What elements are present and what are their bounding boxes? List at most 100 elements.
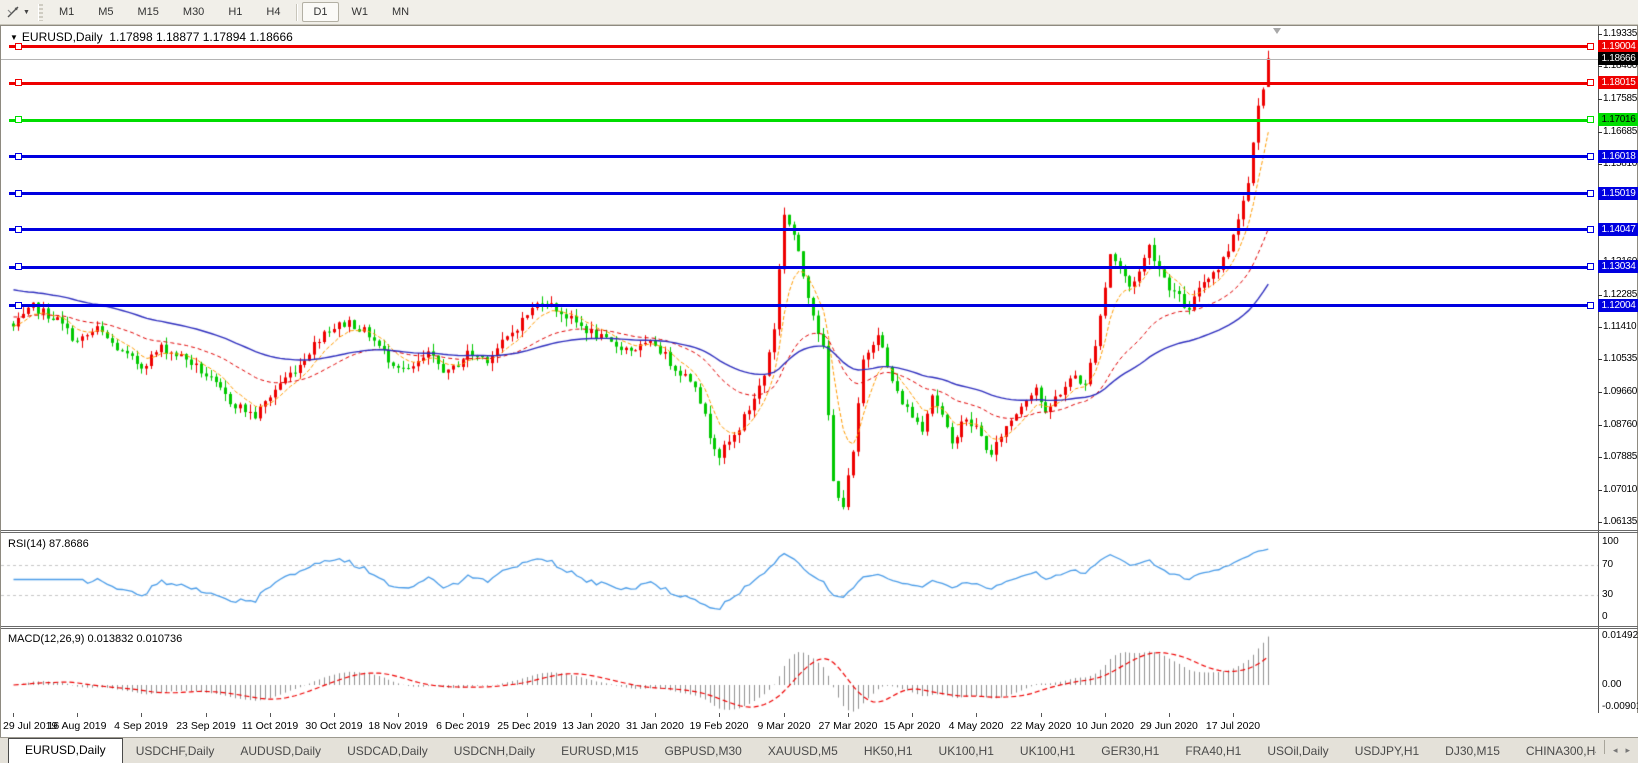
price-level-chip: 1.16018 bbox=[1598, 150, 1638, 163]
chart-tab-hk50-h1[interactable]: HK50,H1 bbox=[851, 739, 926, 763]
date-tick-mark bbox=[1233, 713, 1234, 717]
price-level-chip: 1.18015 bbox=[1598, 76, 1638, 89]
date-label: 17 Jul 2020 bbox=[1206, 720, 1260, 732]
tab-separator bbox=[1604, 740, 1605, 754]
collapse-triangle-icon[interactable]: ▼ bbox=[10, 33, 18, 42]
date-label: 6 Dec 2019 bbox=[436, 720, 490, 732]
chart-tab-eurusd-m15[interactable]: EURUSD,M15 bbox=[548, 739, 651, 763]
line-handle[interactable] bbox=[15, 190, 22, 197]
chart-tab-xauusd-m5[interactable]: XAUUSD,M5 bbox=[755, 739, 851, 763]
chart-symbol-label: EURUSD,Daily bbox=[22, 30, 103, 44]
chart-tab-usdcnh-daily[interactable]: USDCNH,Daily bbox=[441, 739, 548, 763]
chart-tab-dj30-m15[interactable]: DJ30,M15 bbox=[1432, 739, 1513, 763]
timeframe-toolbar: M1M5M15M30H1H4 D1W1MN bbox=[47, 2, 421, 22]
toolbar-grip[interactable] bbox=[38, 4, 43, 21]
date-tick-mark bbox=[527, 713, 528, 717]
horizontal-level-line[interactable] bbox=[9, 192, 1591, 195]
chart-tab-gbpusd-m30[interactable]: GBPUSD,M30 bbox=[651, 739, 754, 763]
horizontal-level-line[interactable] bbox=[9, 119, 1591, 122]
price-tick-mark bbox=[1598, 34, 1602, 35]
date-label: 23 Sep 2019 bbox=[176, 720, 236, 732]
chart-tab-audusd-daily[interactable]: AUDUSD,Daily bbox=[227, 739, 334, 763]
line-handle[interactable] bbox=[15, 302, 22, 309]
scroll-left-icon[interactable]: ◂ bbox=[1613, 745, 1618, 756]
date-tick-mark bbox=[912, 713, 913, 717]
line-handle[interactable] bbox=[1587, 190, 1594, 197]
price-tick-mark bbox=[1598, 522, 1602, 523]
chart-tab-usoil-daily[interactable]: USOil,Daily bbox=[1254, 739, 1341, 763]
line-handle[interactable] bbox=[1587, 116, 1594, 123]
date-label: 9 Mar 2020 bbox=[757, 720, 810, 732]
timeframe-button-w1[interactable]: W1 bbox=[341, 2, 380, 22]
pane-splitter[interactable] bbox=[1, 530, 1638, 531]
timeframe-button-mn[interactable]: MN bbox=[381, 2, 420, 22]
tab-scroll-arrows: ◂ ▸ bbox=[1596, 737, 1638, 763]
pane-splitter[interactable] bbox=[1, 532, 1638, 533]
timeframe-button-d1[interactable]: D1 bbox=[302, 2, 338, 22]
date-tick-mark bbox=[270, 713, 271, 717]
line-handle[interactable] bbox=[1587, 302, 1594, 309]
price-tick-label: 1.16685 bbox=[1603, 126, 1637, 137]
line-handle[interactable] bbox=[1587, 153, 1594, 160]
pane-splitter[interactable] bbox=[1, 626, 1638, 627]
price-tick-label: 1.17585 bbox=[1603, 93, 1637, 104]
chart-tab-fra40-h1[interactable]: FRA40,H1 bbox=[1172, 739, 1254, 763]
pane-splitter[interactable] bbox=[1, 628, 1638, 629]
timeframe-button-m5[interactable]: M5 bbox=[87, 2, 124, 22]
date-tick-mark bbox=[655, 713, 656, 717]
price-chart-canvas[interactable] bbox=[1, 26, 1598, 738]
timeframe-button-m1[interactable]: M1 bbox=[48, 2, 85, 22]
date-label: 22 May 2020 bbox=[1011, 720, 1072, 732]
date-label: 18 Nov 2019 bbox=[368, 720, 428, 732]
horizontal-level-line[interactable] bbox=[9, 45, 1591, 48]
scroll-right-icon[interactable]: ▸ bbox=[1625, 745, 1630, 756]
price-level-chip: 1.17016 bbox=[1598, 113, 1638, 126]
date-axis: 29 Jul 201916 Aug 20194 Sep 201923 Sep 2… bbox=[1, 713, 1638, 738]
line-handle[interactable] bbox=[1587, 79, 1594, 86]
date-tick-mark bbox=[77, 713, 78, 717]
date-tick-mark bbox=[141, 713, 142, 717]
chart-tab-uk100-h1[interactable]: UK100,H1 bbox=[1007, 739, 1088, 763]
line-handle[interactable] bbox=[1587, 226, 1594, 233]
chart-tab-eurusd-daily[interactable]: EURUSD,Daily bbox=[8, 738, 123, 763]
line-handle[interactable] bbox=[15, 116, 22, 123]
chart-tab-uk100-h1[interactable]: UK100,H1 bbox=[926, 739, 1007, 763]
date-label: 25 Dec 2019 bbox=[497, 720, 557, 732]
tab-strip: EURUSD,DailyUSDCHF,DailyAUDUSD,DailyUSDC… bbox=[0, 737, 1596, 763]
timeframe-button-h4[interactable]: H4 bbox=[255, 2, 291, 22]
timeframe-button-m15[interactable]: M15 bbox=[127, 2, 170, 22]
line-handle[interactable] bbox=[1587, 43, 1594, 50]
horizontal-level-line[interactable] bbox=[9, 155, 1591, 158]
chart-tab-ger30-h1[interactable]: GER30,H1 bbox=[1088, 739, 1172, 763]
line-handle[interactable] bbox=[1587, 263, 1594, 270]
timeframe-button-m30[interactable]: M30 bbox=[172, 2, 215, 22]
price-tick-label: 1.07010 bbox=[1603, 484, 1637, 495]
line-handle[interactable] bbox=[15, 153, 22, 160]
chart-tab-usdjpy-h1[interactable]: USDJPY,H1 bbox=[1342, 739, 1432, 763]
chart-tab-usdchf-daily[interactable]: USDCHF,Daily bbox=[123, 739, 228, 763]
price-tick-mark bbox=[1598, 295, 1602, 296]
horizontal-level-line[interactable] bbox=[9, 82, 1591, 85]
rsi-label: RSI(14) 87.8686 bbox=[8, 538, 89, 550]
line-handle[interactable] bbox=[15, 226, 22, 233]
chart-tab-china300-h4[interactable]: CHINA300,H4 bbox=[1513, 739, 1596, 763]
date-label: 19 Feb 2020 bbox=[690, 720, 749, 732]
timeframe-button-h1[interactable]: H1 bbox=[217, 2, 253, 22]
date-label: 31 Jan 2020 bbox=[626, 720, 684, 732]
date-tick-mark bbox=[206, 713, 207, 717]
horizontal-level-line[interactable] bbox=[9, 266, 1591, 269]
price-tick-mark bbox=[1598, 99, 1602, 100]
price-tick-mark bbox=[1598, 327, 1602, 328]
horizontal-level-line[interactable] bbox=[9, 304, 1591, 307]
line-handle[interactable] bbox=[15, 79, 22, 86]
chart-tab-usdcad-daily[interactable]: USDCAD,Daily bbox=[334, 739, 441, 763]
chart-shift-marker[interactable] bbox=[1273, 28, 1281, 34]
rsi-axis-label: 70 bbox=[1602, 559, 1613, 570]
date-tick-mark bbox=[398, 713, 399, 717]
line-handle[interactable] bbox=[15, 43, 22, 50]
cursor-tool-button[interactable]: ▼ bbox=[2, 2, 34, 23]
line-handle[interactable] bbox=[15, 263, 22, 270]
date-tick-mark bbox=[784, 713, 785, 717]
horizontal-level-line[interactable] bbox=[9, 228, 1591, 231]
price-level-chip: 1.15019 bbox=[1598, 187, 1638, 200]
